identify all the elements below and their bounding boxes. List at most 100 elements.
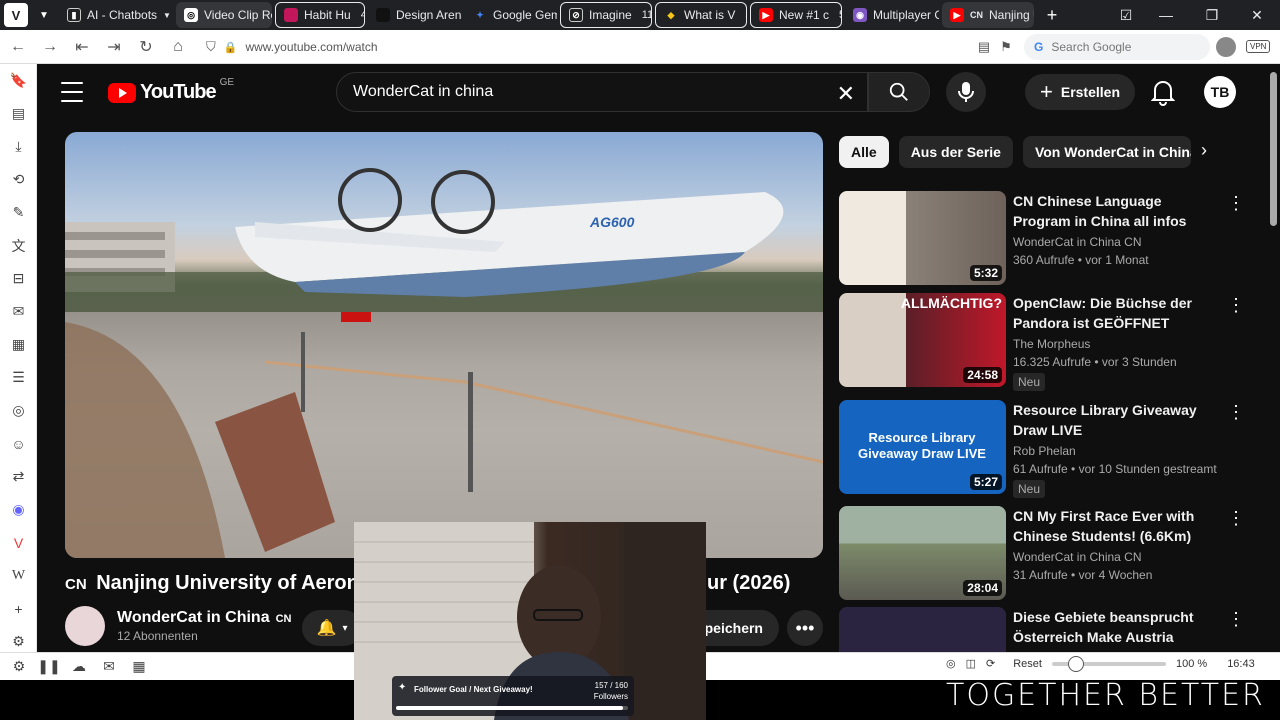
window-panel-icon[interactable]: ⊟ (0, 262, 37, 295)
zoom-slider-knob[interactable] (1067, 655, 1084, 672)
back-icon[interactable]: ← (2, 31, 34, 63)
channel-name[interactable]: Rob Phelan (1013, 444, 1223, 458)
calendar-icon[interactable]: ▦ (124, 658, 154, 675)
search-button[interactable] (868, 72, 930, 112)
channel-name[interactable]: WonderCat in China CN (1013, 550, 1223, 564)
notes-icon[interactable]: ✎ (0, 196, 37, 229)
tab-design-arena[interactable]: Design Arena (368, 2, 462, 28)
vpn-badge[interactable]: VPN (1246, 40, 1271, 53)
reading-list-icon[interactable]: ▤ (0, 97, 37, 130)
video-title[interactable]: Diese Gebiete beansprucht Österreich Mak… (1013, 607, 1223, 647)
minimize-icon[interactable]: — (1143, 0, 1189, 30)
page-scrollbar[interactable] (1267, 64, 1280, 652)
wikipedia-icon[interactable]: W (0, 559, 37, 592)
video-thumbnail[interactable]: 5:32 (839, 191, 1006, 285)
downloads-icon[interactable]: ⤓ (0, 130, 37, 163)
tasks-icon[interactable]: ☰ (0, 361, 37, 394)
calendar-icon[interactable]: ▦ (0, 328, 37, 361)
channel-avatar[interactable] (65, 606, 105, 646)
create-button[interactable]: + Erstellen (1025, 74, 1135, 110)
goal-unit: Followers (593, 692, 628, 701)
tab-google-gemini[interactable]: ✦ Google Gemin (465, 2, 557, 28)
feeds-icon[interactable]: ◎ (0, 394, 37, 427)
rewind-icon[interactable]: ⇤ (66, 31, 98, 63)
forward-icon[interactable]: → (34, 31, 66, 63)
voice-search-button[interactable] (946, 72, 986, 112)
notifications-button[interactable] (1150, 78, 1176, 106)
zoom-slider[interactable] (1051, 655, 1166, 672)
tab-what-is-v[interactable]: ◆ What is V 3 (655, 2, 747, 28)
mail-icon[interactable]: ✉ (94, 658, 124, 675)
video-title[interactable]: Resource Library Giveaway Draw LIVE (1013, 400, 1223, 440)
history-icon[interactable]: ⟲ (0, 163, 37, 196)
contacts-icon[interactable]: ☺ (0, 427, 37, 460)
tiling-icon[interactable]: ◫ (966, 657, 976, 670)
page-actions-icon[interactable]: ⟳ (986, 657, 995, 670)
settings-gear-icon[interactable]: ⚙ (4, 658, 34, 675)
tab-video-clip[interactable]: ◎ Video Clip Re (176, 2, 272, 28)
fast-forward-icon[interactable]: ⇥ (98, 31, 130, 63)
mail-icon[interactable]: ✉ (0, 295, 37, 328)
tab-ai-chatbots[interactable]: ▮ AI - Chatbots ▼ (59, 2, 173, 28)
zoom-reset[interactable]: Reset (1013, 658, 1042, 670)
video-thumbnail[interactable] (839, 607, 1006, 652)
capture-icon[interactable]: ◎ (946, 657, 956, 670)
video-thumbnail[interactable]: Resource Library Giveaway Draw LIVE 5:27 (839, 400, 1006, 494)
bookmark-icon[interactable]: ⚑ (990, 31, 1022, 63)
channel-name[interactable]: The Morpheus (1013, 337, 1223, 351)
google-search-field[interactable]: G Search Google (1024, 34, 1210, 60)
subscription-bell-button[interactable]: 🔔 ▾ (302, 610, 362, 646)
video-player[interactable]: AG600 (65, 132, 823, 558)
chip-series[interactable]: Aus der Serie (898, 136, 1013, 168)
new-tab-plus-icon[interactable]: + (1040, 3, 1064, 27)
translate-icon[interactable]: 文 (0, 229, 37, 262)
tab-habit-hu[interactable]: Habit Hu 4 (275, 2, 365, 28)
channel-info[interactable]: WonderCat in China CN 12 Abonnenten (65, 606, 291, 646)
reload-icon[interactable]: ↻ (130, 31, 162, 63)
more-vertical-icon[interactable]: ⋮ (1227, 295, 1245, 316)
youtube-logo[interactable]: YouTube GE (108, 77, 234, 104)
vivaldi-menu-icon[interactable]: V (4, 3, 28, 27)
video-thumbnail[interactable]: ALLMÄCHTIG? 24:58 (839, 293, 1006, 387)
tab-multiplayer[interactable]: ◉ Multiplayer G (845, 2, 939, 28)
vivaldi-icon[interactable]: V (0, 526, 37, 559)
tab-imagine[interactable]: ⊘ Imagine 11 (560, 2, 652, 28)
restore-icon[interactable]: ❐ (1189, 0, 1235, 30)
cloud-sync-icon[interactable]: ☁ (64, 658, 94, 675)
more-vertical-icon[interactable]: ⋮ (1227, 609, 1245, 630)
mastodon-icon[interactable]: ◉ (0, 493, 37, 526)
menu-icon[interactable] (61, 82, 83, 102)
profile-icon[interactable] (1210, 31, 1242, 63)
video-title[interactable]: OpenClaw: Die Büchse der Pandora ist GEÖ… (1013, 293, 1223, 333)
scrollbar-thumb[interactable] (1270, 72, 1277, 226)
tab-count: 3 (745, 9, 746, 21)
search-input[interactable] (353, 83, 823, 101)
more-vertical-icon[interactable]: ⋮ (1227, 402, 1245, 423)
panel-toggle-icon[interactable]: ❚❚ (34, 658, 64, 675)
add-panel-icon[interactable]: + (0, 592, 37, 625)
more-actions-icon[interactable]: ••• (787, 610, 823, 646)
more-vertical-icon[interactable]: ⋮ (1227, 193, 1245, 214)
tab-label: Habit Hu (304, 8, 351, 22)
bookmarks-icon[interactable]: 🔖 (0, 64, 37, 97)
more-vertical-icon[interactable]: ⋮ (1227, 508, 1245, 529)
video-title[interactable]: CN My First Race Ever with Chinese Stude… (1013, 506, 1223, 546)
url-field[interactable]: ⛉ 🔒 www.youtube.com/watch (206, 35, 1016, 59)
channel-name[interactable]: WonderCat in China CN (1013, 235, 1223, 249)
shield-icon[interactable]: ⛉ (206, 39, 216, 55)
clear-search-icon[interactable]: ✕ (837, 81, 855, 107)
chip-all[interactable]: Alle (839, 136, 889, 168)
video-thumbnail[interactable]: 28:04 (839, 506, 1006, 600)
tab-new-1[interactable]: ▶ New #1 c 5 (750, 2, 842, 28)
chevron-down-icon[interactable]: ▼ (32, 3, 56, 27)
youtube-header: YouTube GE ✕ + Erstellen TB (37, 64, 1280, 120)
chevron-right-icon[interactable]: › (1201, 140, 1207, 161)
account-avatar[interactable]: TB (1204, 76, 1236, 108)
close-window-icon[interactable]: ✕ (1234, 0, 1280, 30)
home-icon[interactable]: ⌂ (162, 31, 194, 63)
channel-name[interactable]: WonderCat in China CN (117, 609, 291, 627)
chip-from-channel[interactable]: Von WonderCat in China c (1022, 136, 1191, 168)
video-title[interactable]: CN Chinese Language Program in China all… (1013, 191, 1223, 231)
tab-nanjing-university[interactable]: ▶ CN Nanjing Uni (942, 2, 1034, 28)
sync-icon[interactable]: ⇄ (0, 460, 37, 493)
